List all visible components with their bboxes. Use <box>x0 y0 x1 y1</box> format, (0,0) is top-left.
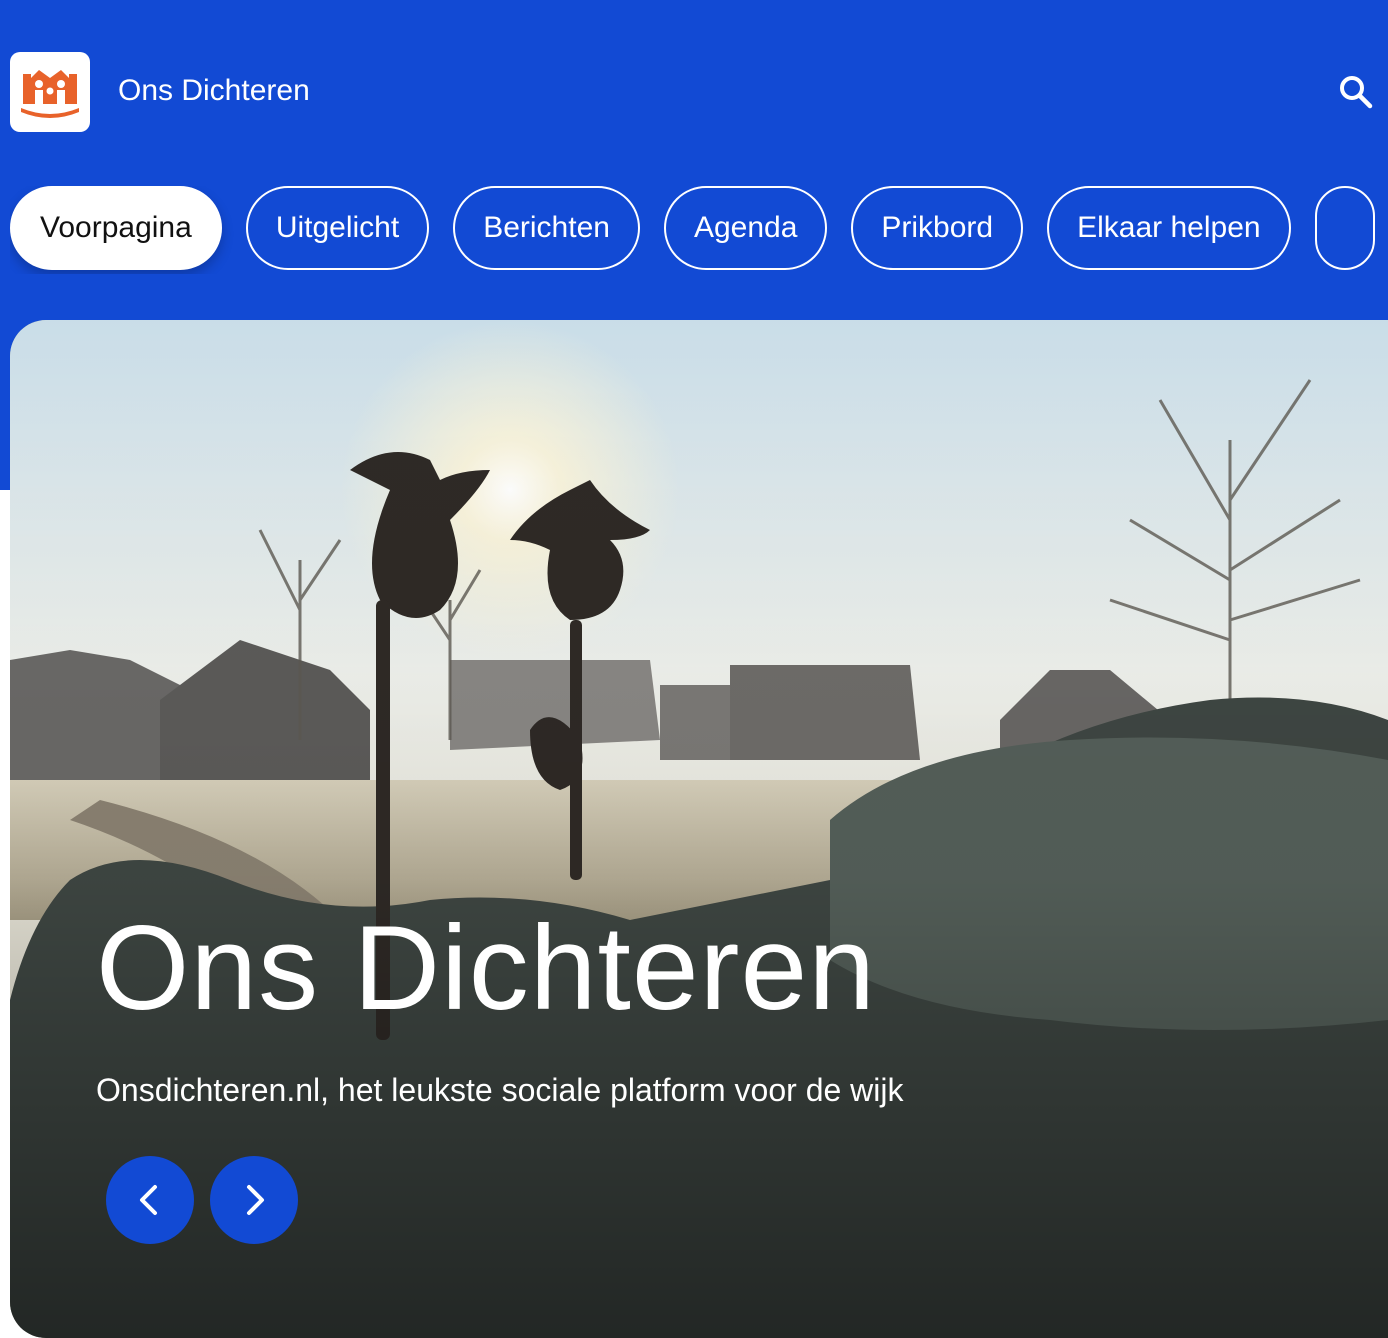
site-title[interactable]: Ons Dichteren <box>118 72 310 110</box>
site-logo[interactable] <box>10 52 90 132</box>
tab-more[interactable] <box>1314 186 1375 270</box>
hero-title: Ons Dichteren <box>96 901 876 1035</box>
hero-subtitle: Onsdichteren.nl, het leukste sociale pla… <box>96 1072 904 1108</box>
search-button[interactable] <box>1334 70 1378 114</box>
tab-uitgelicht[interactable]: Uitgelicht <box>245 186 430 270</box>
tab-voorpagina[interactable]: Voorpagina <box>10 186 222 270</box>
page: Ons Dichteren Voorpagina Uitgelicht Beri… <box>0 0 1388 1338</box>
tab-agenda[interactable]: Agenda <box>663 186 828 270</box>
tab-berichten[interactable]: Berichten <box>453 186 640 270</box>
tab-prikbord[interactable]: Prikbord <box>851 186 1024 270</box>
category-nav: Voorpagina Uitgelicht Berichten Agenda P… <box>10 186 1388 274</box>
chevron-left-icon <box>140 1185 157 1215</box>
tab-elkaar-helpen[interactable]: Elkaar helpen <box>1047 186 1291 270</box>
site-header: Ons Dichteren <box>0 0 1388 170</box>
carousel-next-button[interactable] <box>210 1156 298 1244</box>
house-family-logo-icon <box>21 70 79 118</box>
carousel-prev-button[interactable] <box>106 1156 194 1244</box>
chevron-right-icon <box>247 1185 264 1215</box>
search-icon <box>1340 76 1373 109</box>
